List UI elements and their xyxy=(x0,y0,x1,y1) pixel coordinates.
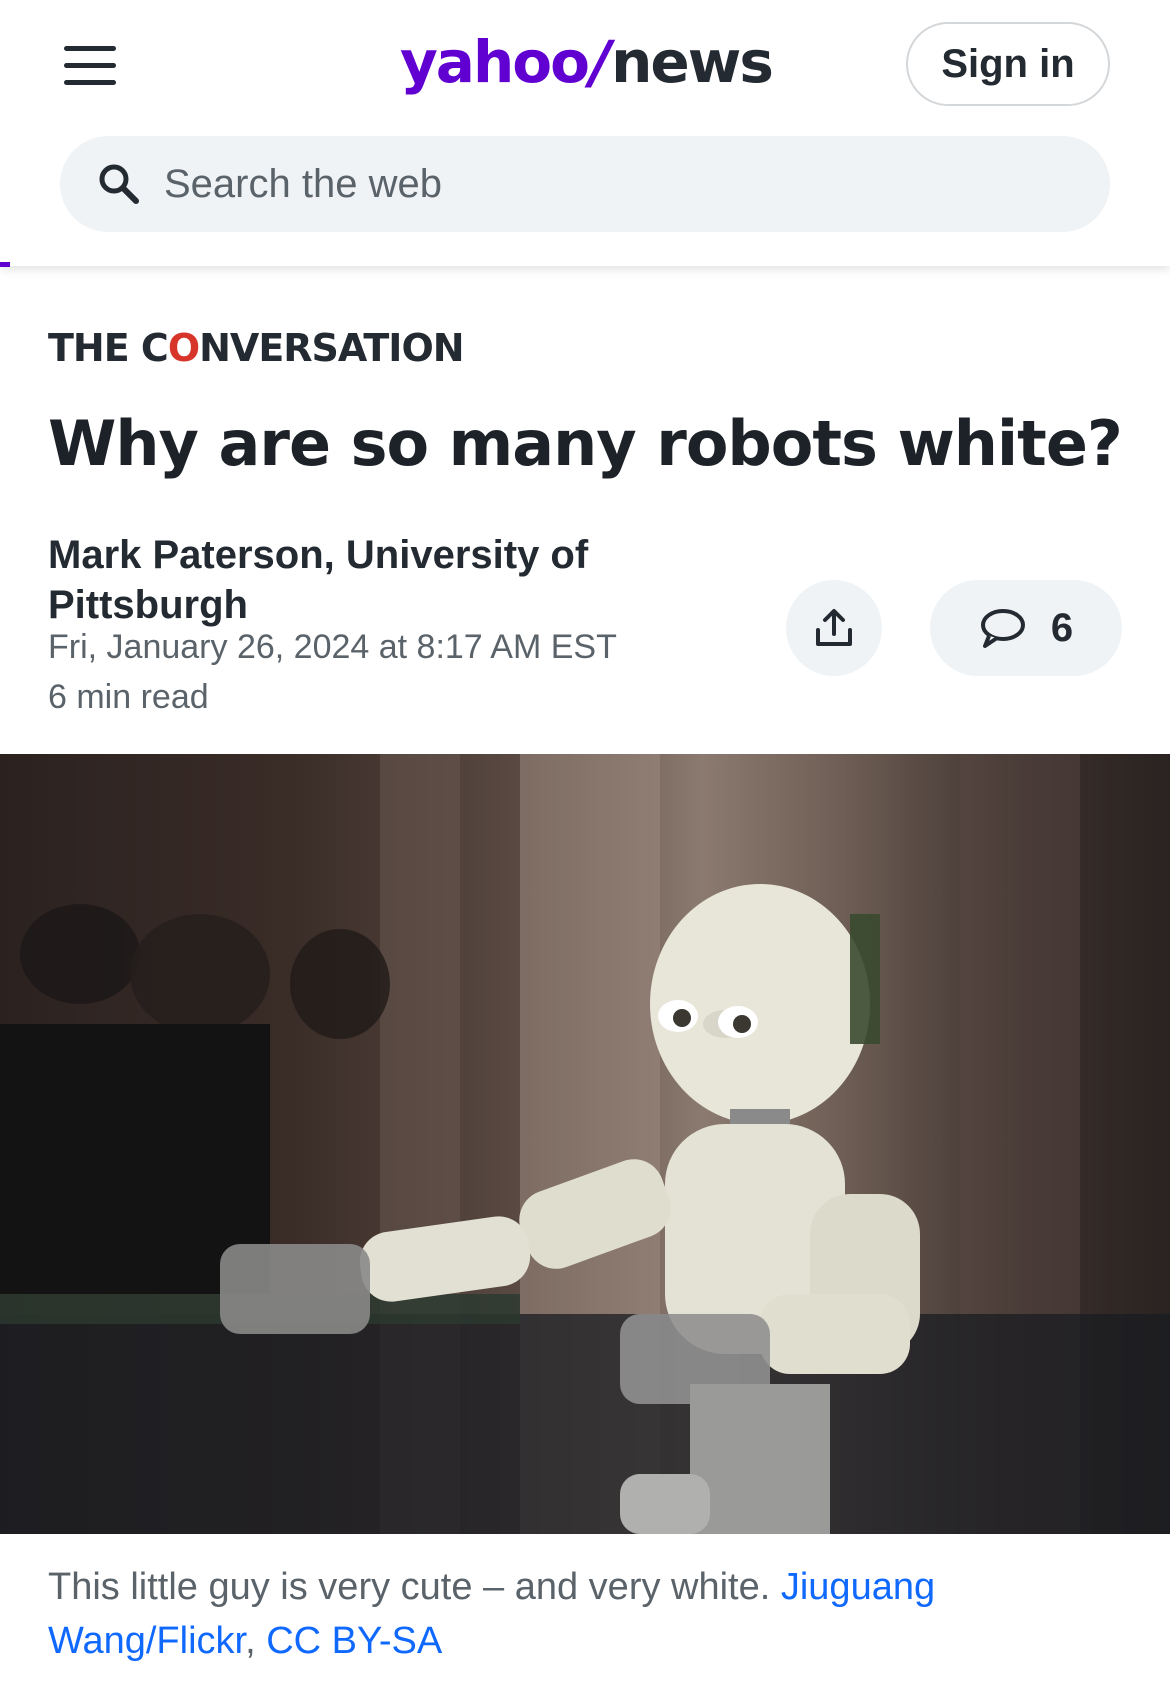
article-date: Fri, January 26, 2024 at 8:17 AM EST xyxy=(48,628,617,666)
sign-in-button[interactable]: Sign in xyxy=(906,22,1110,106)
reading-progress-bar xyxy=(0,262,10,267)
article-hero-image[interactable] xyxy=(0,754,1170,1534)
search-bar[interactable] xyxy=(60,136,1110,232)
yahoo-news-logo[interactable]: yahoo / news xyxy=(400,28,774,98)
credit-link-license[interactable]: CC BY-SA xyxy=(266,1620,442,1662)
article-author: Mark Paterson, University of Pittsburgh xyxy=(48,533,589,627)
hamburger-menu-icon[interactable] xyxy=(64,46,116,86)
share-button[interactable] xyxy=(786,580,882,676)
comment-count: 6 xyxy=(1050,605,1074,650)
logo-section: news xyxy=(611,28,774,96)
provider-name-end: NVERSATION xyxy=(199,326,464,370)
provider-name-o: O xyxy=(167,326,200,370)
logo-brand: yahoo xyxy=(400,28,590,96)
share-icon xyxy=(816,609,852,646)
image-caption: This little guy is very cute – and very … xyxy=(48,1560,1128,1668)
top-header: yahoo / news Sign in xyxy=(0,0,1170,266)
comments-button[interactable]: 6 xyxy=(930,580,1122,676)
provider-logo[interactable]: THE CONVERSATION xyxy=(48,326,465,370)
search-icon xyxy=(99,164,139,204)
comment-bubble-icon xyxy=(980,609,1025,648)
robot-photo xyxy=(0,754,1170,1534)
provider-name-start: THE C xyxy=(48,326,169,370)
credit-separator: , xyxy=(245,1620,267,1662)
search-input[interactable] xyxy=(164,161,1044,207)
logo-slash: / xyxy=(589,28,611,96)
caption-text: This little guy is very cute – and very … xyxy=(48,1566,781,1608)
article-title: Why are so many robots white? xyxy=(48,407,1123,480)
read-time: 6 min read xyxy=(48,678,209,716)
